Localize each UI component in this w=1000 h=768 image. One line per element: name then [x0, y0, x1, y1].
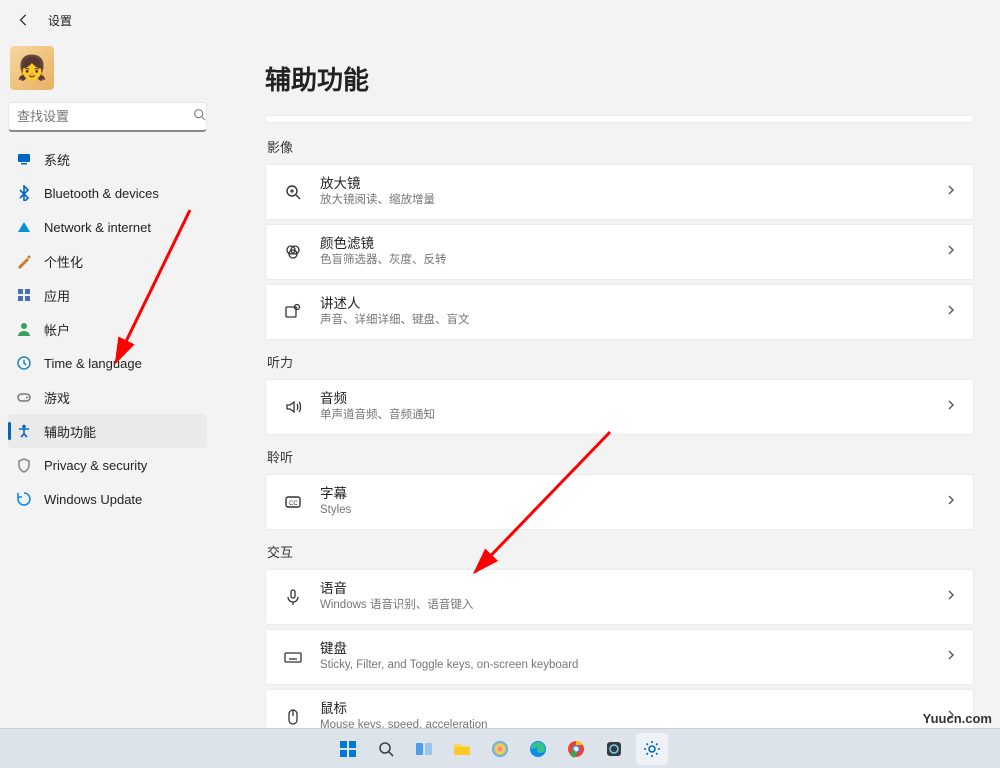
sidebar-item-label: Time & language [44, 356, 142, 371]
sidebar-item-label: Bluetooth & devices [44, 186, 159, 201]
sidebar-item-label: 帐户 [44, 320, 70, 339]
chevron-right-icon [945, 588, 957, 606]
sidebar-item-label: Network & internet [44, 220, 151, 235]
card-subtitle: Windows 语音识别、语音键入 [320, 598, 945, 613]
speech-icon [282, 587, 304, 607]
colorfilter-icon [282, 242, 304, 262]
section-label: 交互 [267, 542, 974, 561]
card-title: 鼠标 [320, 701, 945, 717]
audio-icon [282, 397, 304, 417]
page-title: 辅助功能 [265, 60, 974, 97]
sidebar-item-label: 系统 [44, 150, 70, 169]
search-input[interactable] [17, 109, 193, 124]
magnifier-icon [282, 182, 304, 202]
sidebar-item-bluetooth[interactable]: Bluetooth & devices [8, 176, 207, 210]
header-card-stub [265, 115, 974, 123]
time-icon [16, 355, 32, 371]
sidebar: 👧 系统 Bluetooth & devices Network & interne… [0, 40, 215, 728]
watermark: Yuucn.com [923, 711, 992, 726]
search-box[interactable] [8, 102, 207, 132]
card-title: 字幕 [320, 486, 945, 502]
accounts-icon [16, 321, 32, 337]
sidebar-item-personalize[interactable]: 个性化 [8, 244, 207, 278]
section-label: 影像 [267, 137, 974, 156]
taskbar-start-button[interactable] [332, 733, 364, 765]
bluetooth-icon [16, 185, 32, 201]
taskbar-app-1[interactable] [484, 733, 516, 765]
privacy-icon [16, 457, 32, 473]
app-title: 设置 [48, 12, 72, 29]
accessibility-icon [16, 423, 32, 439]
main-content: 辅助功能 影像 放大镜 放大镜阅读、缩放增量 颜色滤镜 色盲筛选器、灰度、反转 … [215, 40, 1000, 728]
card-title: 键盘 [320, 641, 945, 657]
sidebar-item-accessibility[interactable]: 辅助功能 [8, 414, 207, 448]
network-icon [16, 219, 32, 235]
chevron-right-icon [945, 648, 957, 666]
keyboard-icon [282, 647, 304, 667]
settings-card-speech[interactable]: 语音 Windows 语音识别、语音键入 [265, 569, 974, 625]
section-label: 听力 [267, 352, 974, 371]
sidebar-item-label: Windows Update [44, 492, 142, 507]
sidebar-item-label: 辅助功能 [44, 422, 96, 441]
card-subtitle: 单声道音频、音频通知 [320, 408, 945, 423]
sidebar-item-label: 应用 [44, 286, 70, 305]
sidebar-item-accounts[interactable]: 帐户 [8, 312, 207, 346]
settings-card-keyboard[interactable]: 键盘 Sticky, Filter, and Toggle keys, on-s… [265, 629, 974, 685]
card-subtitle: 放大镜阅读、缩放增量 [320, 193, 945, 208]
sidebar-item-network[interactable]: Network & internet [8, 210, 207, 244]
settings-card-narrator[interactable]: 讲述人 声音、详细详细、键盘、盲文 [265, 284, 974, 340]
card-subtitle: 声音、详细详细、键盘、盲文 [320, 313, 945, 328]
mouse-icon [282, 707, 304, 727]
chevron-right-icon [945, 243, 957, 261]
sidebar-item-system[interactable]: 系统 [8, 142, 207, 176]
card-subtitle: Styles [320, 503, 945, 518]
sidebar-item-apps[interactable]: 应用 [8, 278, 207, 312]
settings-card-colorfilter[interactable]: 颜色滤镜 色盲筛选器、灰度、反转 [265, 224, 974, 280]
card-subtitle: Sticky, Filter, and Toggle keys, on-scre… [320, 658, 945, 673]
settings-card-magnifier[interactable]: 放大镜 放大镜阅读、缩放增量 [265, 164, 974, 220]
card-title: 音频 [320, 391, 945, 407]
update-icon [16, 491, 32, 507]
taskbar-settings-button[interactable] [636, 733, 668, 765]
card-title: 语音 [320, 581, 945, 597]
sidebar-item-label: 游戏 [44, 388, 70, 407]
chevron-right-icon [945, 398, 957, 416]
taskbar-explorer-button[interactable] [446, 733, 478, 765]
sidebar-item-time[interactable]: Time & language [8, 346, 207, 380]
svg-text:CC: CC [289, 501, 298, 507]
taskbar [0, 728, 1000, 768]
settings-card-captions[interactable]: CC 字幕 Styles [265, 474, 974, 530]
taskbar-chrome-button[interactable] [560, 733, 592, 765]
settings-card-audio[interactable]: 音频 单声道音频、音频通知 [265, 379, 974, 435]
search-icon [193, 108, 206, 126]
taskbar-edge-button[interactable] [522, 733, 554, 765]
system-icon [16, 151, 32, 167]
section-label: 聆听 [267, 447, 974, 466]
captions-icon: CC [282, 492, 304, 512]
card-subtitle: 色盲筛选器、灰度、反转 [320, 253, 945, 268]
card-title: 讲述人 [320, 296, 945, 312]
sidebar-item-privacy[interactable]: Privacy & security [8, 448, 207, 482]
chevron-right-icon [945, 303, 957, 321]
narrator-icon [282, 302, 304, 322]
chevron-right-icon [945, 183, 957, 201]
settings-card-mouse[interactable]: 鼠标 Mouse keys, speed, acceleration [265, 689, 974, 728]
taskbar-taskview-button[interactable] [408, 733, 440, 765]
chevron-right-icon [945, 493, 957, 511]
apps-icon [16, 287, 32, 303]
card-title: 放大镜 [320, 176, 945, 192]
taskbar-app-2[interactable] [598, 733, 630, 765]
taskbar-search-button[interactable] [370, 733, 402, 765]
gaming-icon [16, 389, 32, 405]
sidebar-item-label: Privacy & security [44, 458, 147, 473]
card-subtitle: Mouse keys, speed, acceleration [320, 718, 945, 728]
sidebar-item-update[interactable]: Windows Update [8, 482, 207, 516]
back-button[interactable] [14, 10, 34, 30]
user-avatar[interactable]: 👧 [10, 46, 54, 90]
sidebar-item-label: 个性化 [44, 252, 83, 271]
card-title: 颜色滤镜 [320, 236, 945, 252]
sidebar-item-gaming[interactable]: 游戏 [8, 380, 207, 414]
personalize-icon [16, 253, 32, 269]
